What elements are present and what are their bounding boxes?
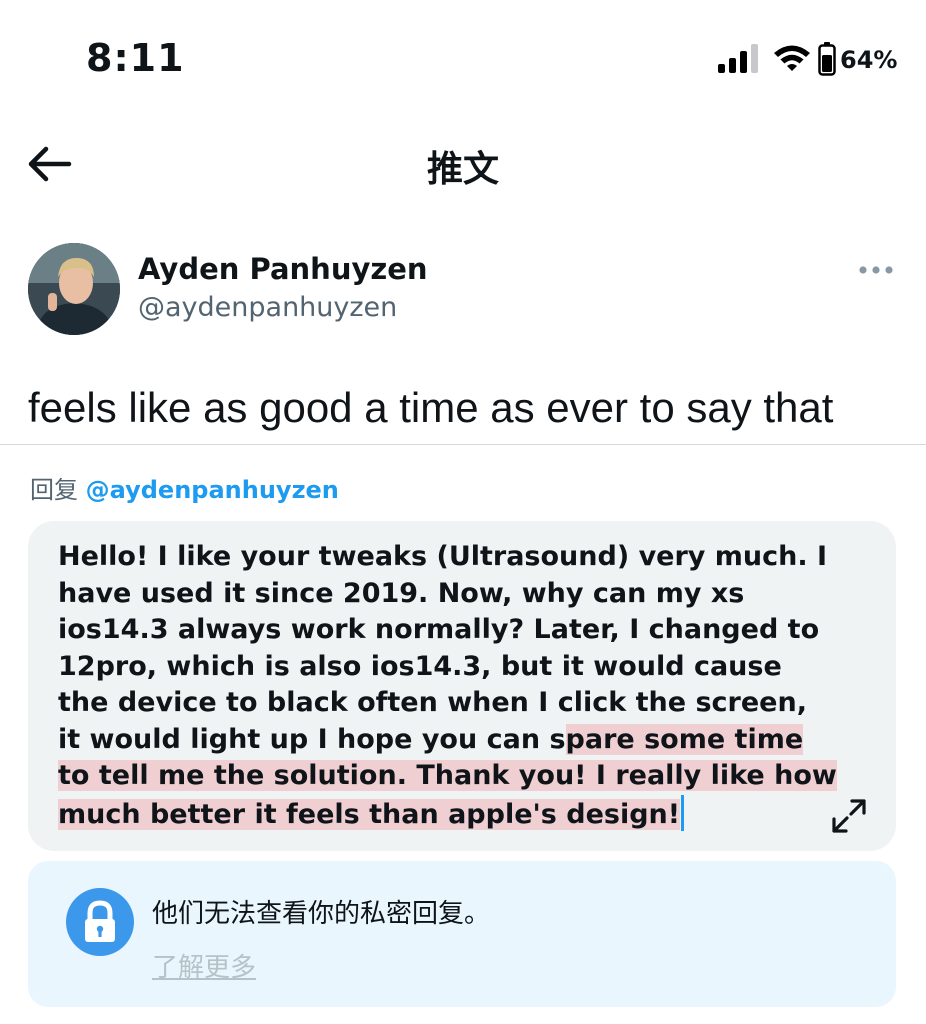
- reply-to-prefix: 回复: [30, 476, 78, 504]
- battery-percent: 64%: [840, 46, 898, 74]
- reply-to-line: 回复 @aydenpanhuyzen: [30, 470, 339, 505]
- top-nav: 推文: [0, 128, 926, 200]
- page-title: 推文: [426, 149, 499, 190]
- divider: [0, 444, 926, 445]
- author-handle[interactable]: @aydenpanhuyzen: [138, 292, 397, 323]
- tweet-text: feels like as good a time as ever to say…: [28, 384, 834, 431]
- reply-text-unselected: Hello! I like your tweaks (Ultrasound) v…: [58, 541, 828, 755]
- privacy-notice: 他们无法查看你的私密回复。 了解更多: [28, 861, 896, 1007]
- wifi-icon: [774, 45, 810, 71]
- status-bar: 8:11 64%: [0, 0, 926, 120]
- author-name[interactable]: Ayden Panhuyzen: [138, 252, 428, 286]
- learn-more-link[interactable]: 了解更多: [152, 947, 256, 984]
- ellipsis-icon[interactable]: [856, 262, 896, 278]
- privacy-message: 他们无法查看你的私密回复。: [152, 899, 491, 929]
- battery-icon: [818, 42, 836, 76]
- text-caret: [681, 794, 685, 831]
- lock-icon: [66, 888, 134, 956]
- reply-compose-box[interactable]: Hello! I like your tweaks (Ultrasound) v…: [28, 521, 896, 851]
- expand-icon[interactable]: [830, 797, 868, 835]
- status-time: 8:11: [86, 36, 185, 80]
- reply-to-handle[interactable]: @aydenpanhuyzen: [86, 476, 339, 504]
- avatar-photo: [28, 243, 120, 335]
- cellular-signal-icon: [718, 44, 758, 73]
- avatar[interactable]: [28, 243, 120, 335]
- reply-text-input[interactable]: Hello! I like your tweaks (Ultrasound) v…: [58, 539, 838, 833]
